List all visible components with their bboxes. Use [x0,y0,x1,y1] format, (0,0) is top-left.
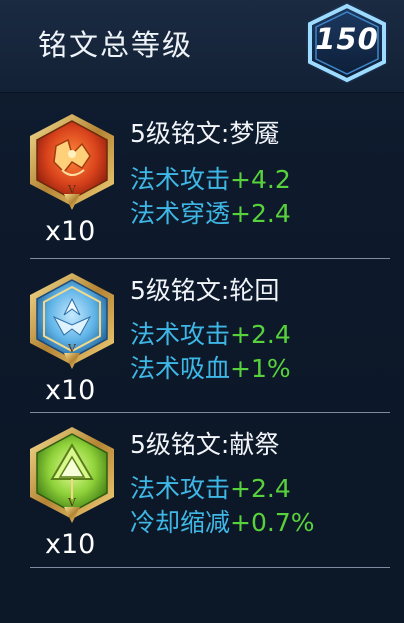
stat-label: 法术攻击 [130,165,231,194]
rune-stat: 法术攻击+2.4 [130,469,291,505]
red-rune-icon: V [24,110,120,214]
rune-entry: V x10 5级铭文:献祭 法术攻击+2.4 冷却缩减+0.7% [0,413,404,568]
svg-text:V: V [67,342,77,355]
stat-label: 法术攻击 [130,474,231,503]
svg-text:V: V [67,496,77,509]
svg-text:V: V [67,183,77,196]
rune-summary-panel: 铭文总等级 150 V x10 5级铭文:梦魇 法术攻击+4.2 法术穿透+2.… [0,0,404,623]
rune-entry: V x10 5级铭文:轮回 法术攻击+2.4 法术吸血+1% [0,259,404,413]
rune-name: 5级铭文:轮回 [130,276,280,305]
green-rune-icon: V [24,423,120,527]
total-level-value: 150 [315,22,379,56]
stat-label: 法术穿透 [130,199,231,228]
stat-label: 法术攻击 [130,320,231,349]
stat-value: +4.2 [230,165,291,194]
stat-label: 法术吸血 [130,354,231,383]
rune-entry: V x10 5级铭文:梦魇 法术攻击+4.2 法术穿透+2.4 [0,100,404,259]
rune-name: 5级铭文:梦魇 [130,119,280,148]
panel-header: 铭文总等级 150 [0,0,404,93]
stat-value: +2.4 [230,199,291,228]
stat-value: +1% [230,354,291,383]
rune-count: x10 [45,216,96,247]
rune-stat: 法术穿透+2.4 [130,194,291,230]
rune-count: x10 [45,375,96,406]
level-badge: 150 [300,0,394,86]
rune-stat: 法术吸血+1% [130,349,291,385]
rune-stat: 冷却缩减+0.7% [130,503,314,539]
rune-name: 5级铭文:献祭 [130,430,280,459]
rune-count: x10 [45,529,96,560]
stat-value: +0.7% [230,508,315,537]
divider [30,567,390,568]
stat-value: +2.4 [230,320,291,349]
rune-stat: 法术攻击+2.4 [130,315,291,351]
blue-rune-icon: V [24,269,120,373]
stat-label: 冷却缩减 [130,508,231,537]
total-level-title: 铭文总等级 [38,28,194,62]
stat-value: +2.4 [230,474,291,503]
rune-stat: 法术攻击+4.2 [130,160,291,196]
